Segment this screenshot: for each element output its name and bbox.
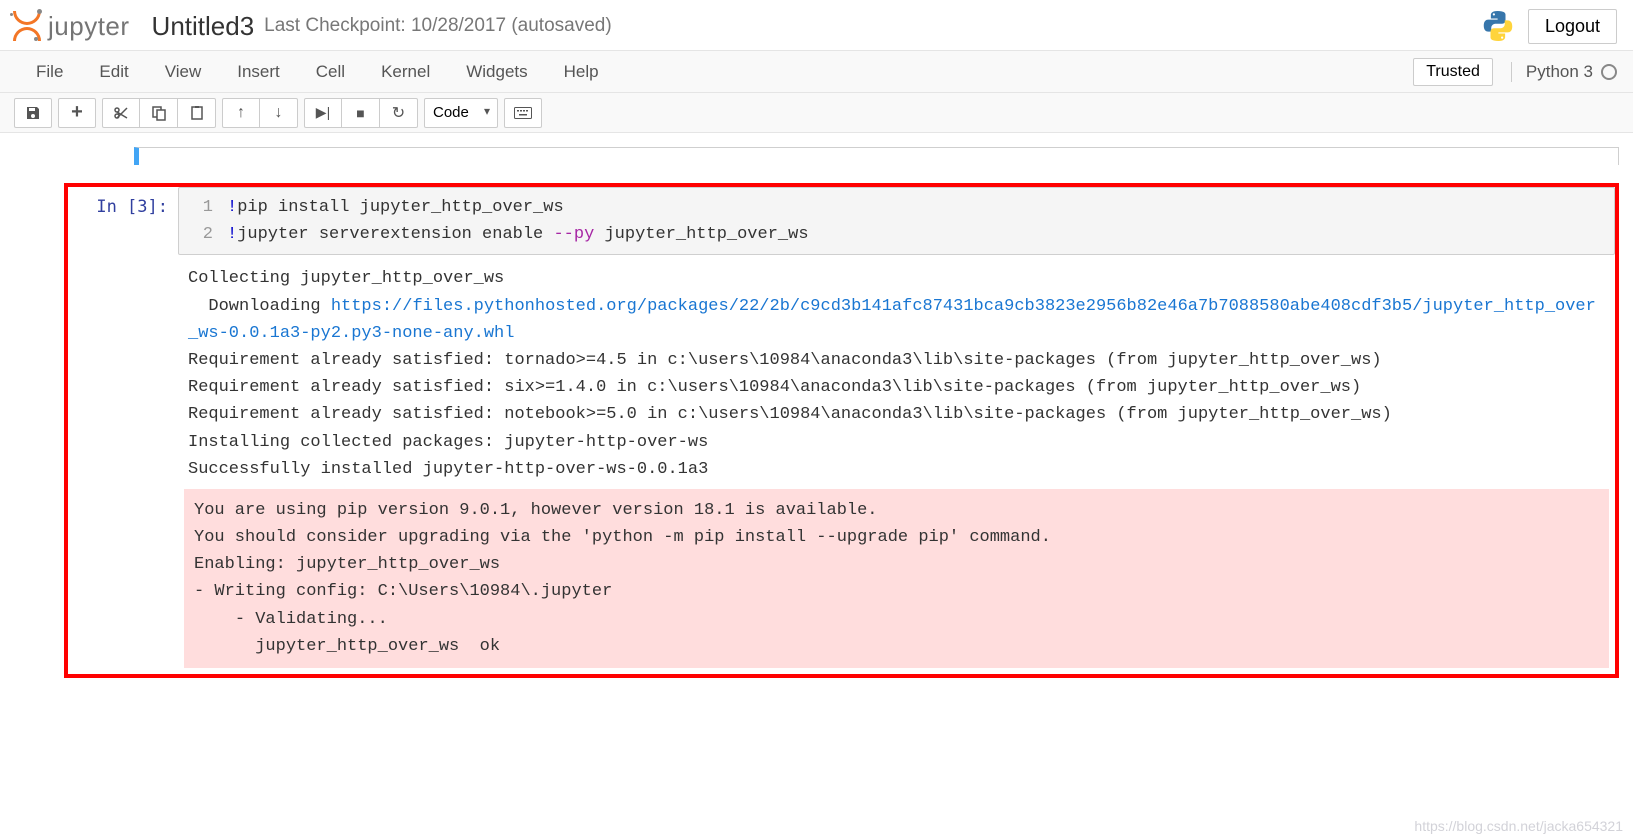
scissors-icon: [113, 105, 129, 121]
restart-button[interactable]: ↻: [380, 98, 418, 128]
move-down-button[interactable]: ↓: [260, 98, 298, 128]
kernel-name: Python 3: [1526, 62, 1593, 82]
notebook-container: In [3]: 1!pip install jupyter_http_over_…: [0, 133, 1633, 698]
cell-type-select[interactable]: Code: [424, 98, 498, 128]
line-number: 2: [189, 221, 213, 248]
copy-icon: [151, 105, 167, 121]
menu-kernel[interactable]: Kernel: [363, 54, 448, 90]
move-up-button[interactable]: ↑: [222, 98, 260, 128]
jupyter-logo-text: jupyter: [48, 11, 130, 42]
interrupt-button[interactable]: ■: [342, 98, 380, 128]
save-button[interactable]: [14, 98, 52, 128]
menu-edit[interactable]: Edit: [81, 54, 146, 90]
logout-button[interactable]: Logout: [1528, 9, 1617, 44]
stdout-output: Collecting jupyter_http_over_ws Download…: [178, 255, 1615, 489]
kernel-status-icon: [1601, 64, 1617, 80]
insert-cell-button[interactable]: +: [58, 98, 96, 128]
previous-cell-edge[interactable]: [134, 147, 1619, 165]
paste-icon: [189, 105, 205, 121]
jupyter-orb-icon: [10, 9, 44, 43]
input-prompt: In [3]:: [68, 187, 178, 217]
code-input-area[interactable]: 1!pip install jupyter_http_over_ws 2!jup…: [178, 187, 1615, 255]
arrow-up-icon: ↑: [237, 104, 245, 122]
kernel-indicator[interactable]: Python 3: [1511, 62, 1617, 82]
plus-icon: +: [71, 101, 83, 124]
menu-insert[interactable]: Insert: [219, 54, 298, 90]
menu-help[interactable]: Help: [546, 54, 617, 90]
download-url-link[interactable]: https://files.pythonhosted.org/packages/…: [188, 297, 1596, 343]
code-cell[interactable]: In [3]: 1!pip install jupyter_http_over_…: [68, 187, 1615, 674]
copy-button[interactable]: [140, 98, 178, 128]
keyboard-icon: [514, 107, 532, 119]
watermark: https://blog.csdn.net/jacka654321: [1414, 818, 1623, 834]
toolbar: + ↑ ↓ ▶| ■ ↻ Code: [0, 93, 1633, 133]
menu-widgets[interactable]: Widgets: [448, 54, 545, 90]
python-icon: [1480, 8, 1516, 44]
paste-button[interactable]: [178, 98, 216, 128]
jupyter-logo[interactable]: jupyter: [10, 9, 130, 43]
save-icon: [25, 105, 41, 121]
refresh-icon: ↻: [392, 103, 405, 123]
step-forward-icon: ▶|: [316, 104, 330, 121]
notebook-title[interactable]: Untitled3: [152, 11, 255, 42]
cut-button[interactable]: [102, 98, 140, 128]
notebook-header: jupyter Untitled3 Last Checkpoint: 10/28…: [0, 0, 1633, 51]
checkpoint-status: Last Checkpoint: 10/28/2017 (autosaved): [264, 15, 612, 37]
menu-cell[interactable]: Cell: [298, 54, 363, 90]
menubar: File Edit View Insert Cell Kernel Widget…: [0, 51, 1633, 93]
stop-icon: ■: [356, 105, 364, 121]
stderr-output: You are using pip version 9.0.1, however…: [184, 489, 1609, 668]
line-number: 1: [189, 194, 213, 221]
menu-file[interactable]: File: [16, 54, 81, 90]
run-button[interactable]: ▶|: [304, 98, 342, 128]
annotation-highlight-box: In [3]: 1!pip install jupyter_http_over_…: [64, 183, 1619, 678]
command-palette-button[interactable]: [504, 98, 542, 128]
trusted-button[interactable]: Trusted: [1413, 58, 1493, 86]
menu-view[interactable]: View: [147, 54, 220, 90]
arrow-down-icon: ↓: [275, 104, 283, 122]
